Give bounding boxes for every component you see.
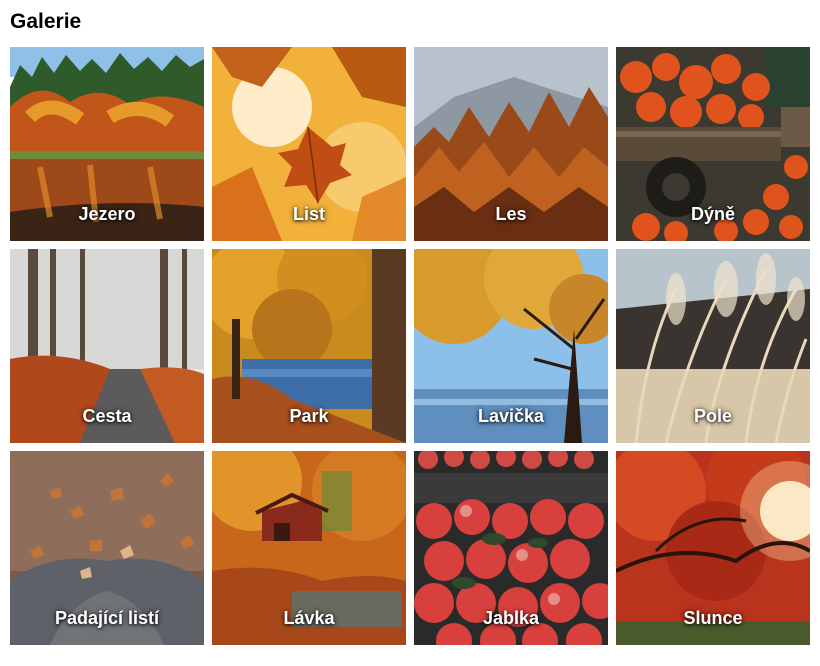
tile-caption: Les [495,204,527,224]
gallery-tile-lavicka[interactable]: Lavička [414,249,608,443]
tile-caption: Park [289,406,329,426]
tile-caption: Lavička [477,406,545,426]
gallery-tile-pole[interactable]: Pole [616,249,810,443]
gallery-tile-padajici-listi[interactable]: Padající listí [10,451,204,645]
tile-caption: List [292,204,325,224]
tile-caption: Slunce [683,608,743,628]
gallery-tile-list[interactable]: List [212,47,406,241]
tile-caption: Dýně [690,204,735,224]
gallery-tile-jezero[interactable]: Jezero [10,47,204,241]
tile-caption: Lávka [283,608,335,628]
gallery-grid: Jezero List Les Dýně Cesta Park Lavička … [10,47,810,645]
tile-caption: Jablka [482,608,540,628]
gallery-tile-park[interactable]: Park [212,249,406,443]
gallery-page: Galerie Jezero List Les Dýně Cesta Park … [0,0,820,655]
gallery-tile-lavka[interactable]: Lávka [212,451,406,645]
gallery-tile-jablka[interactable]: Jablka [414,451,608,645]
tile-caption: Padající listí [54,608,160,628]
page-title: Galerie [10,10,82,33]
gallery-tile-slunce[interactable]: Slunce [616,451,810,645]
gallery-tile-les[interactable]: Les [414,47,608,241]
gallery-tile-dyne[interactable]: Dýně [616,47,810,241]
tile-caption: Pole [693,406,732,426]
tile-caption: Jezero [78,204,136,224]
tile-caption: Cesta [82,406,132,426]
gallery-tile-cesta[interactable]: Cesta [10,249,204,443]
